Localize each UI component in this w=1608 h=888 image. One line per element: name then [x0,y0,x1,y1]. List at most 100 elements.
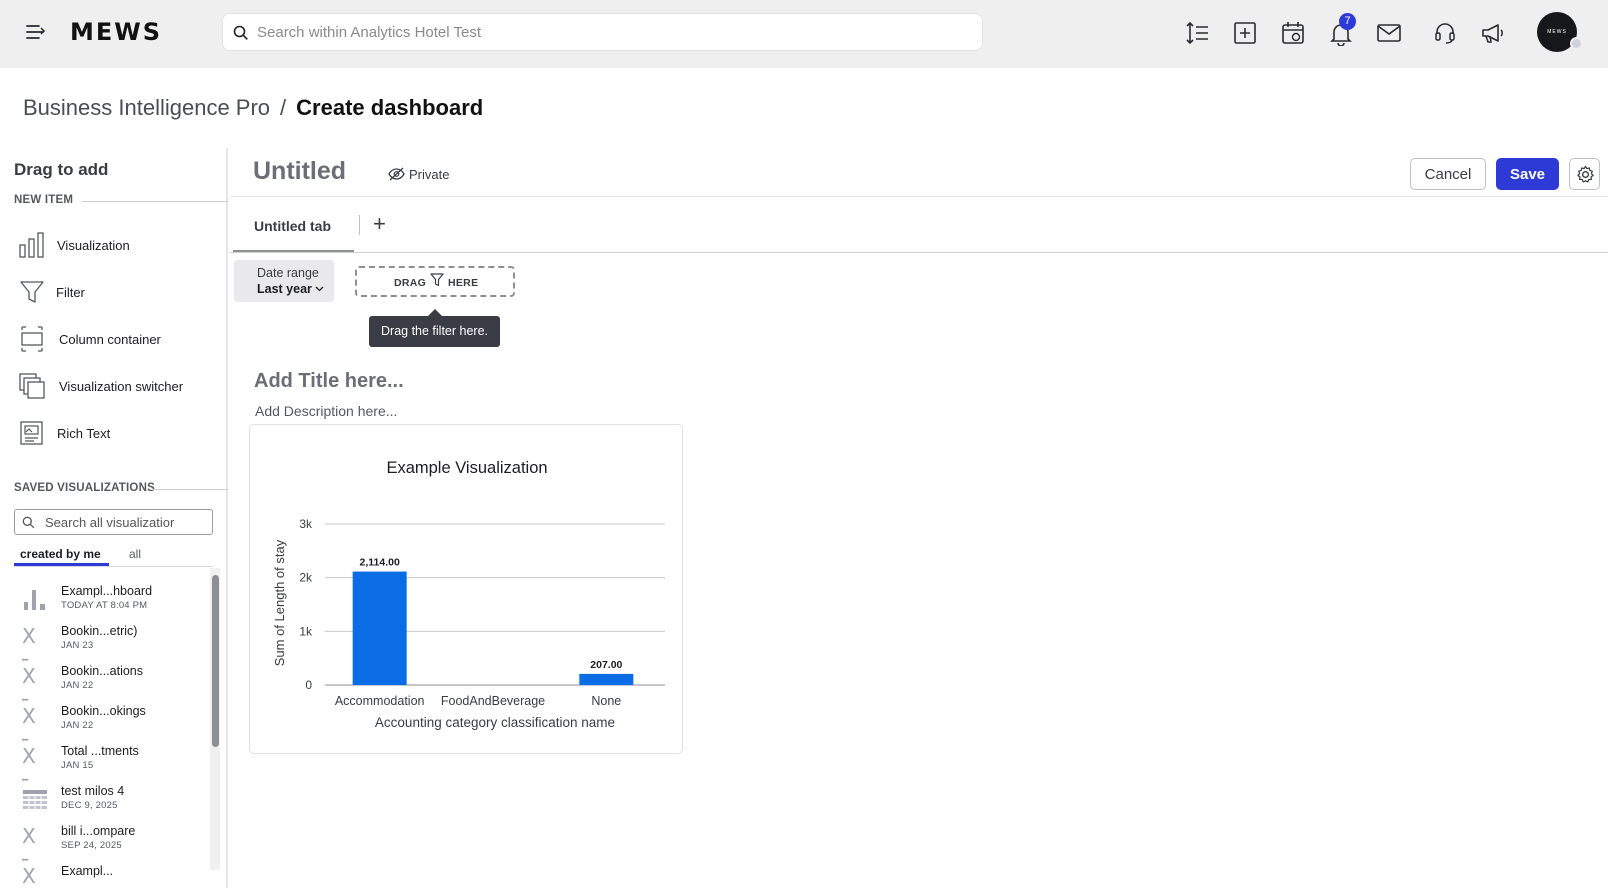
y-tick-label: 3k [299,517,313,531]
tooltip-arrow [428,309,442,316]
bar-chart-icon [22,586,48,612]
saved-item-date: TODAY AT 8:04 PM [61,600,148,611]
add-box-icon[interactable] [1232,20,1258,46]
x-icon: X ━ [22,664,36,706]
filter-icon [20,281,44,303]
new-item-label: Rich Text [57,426,111,441]
chart-y-axis-label: Sum of Length of stay [272,539,287,666]
sort-icon[interactable] [1185,20,1211,46]
saved-item-name: Bookin...etric) [61,624,138,638]
new-item-visualization-switcher[interactable]: Visualization switcher [14,366,214,406]
new-item-label: Column container [59,332,161,347]
rich-text-icon [20,421,43,445]
new-item-filter[interactable]: Filter [14,272,214,312]
y-tick-label: 1k [299,624,313,638]
tab-untitled[interactable]: Untitled tab [233,212,354,252]
tab-created-by-me[interactable]: created by me [14,547,109,566]
search-icon [233,25,248,40]
bar [352,571,407,685]
list-item[interactable]: X ━ Total ...tments JAN 15 [14,738,204,786]
mail-icon[interactable] [1376,20,1402,46]
table-icon [22,786,48,812]
sidebar-title: Drag to add [14,160,109,179]
drag-zone-text: DRAG [394,277,427,289]
saved-item-name: Exampl... [61,864,114,878]
tab-all[interactable]: all [129,547,141,566]
divider [230,252,1608,253]
filter-drop-zone[interactable]: DRAG HERE [355,266,515,297]
breadcrumb-parent[interactable]: Business Intelligence Pro [23,95,270,120]
filter-value: Last year [257,282,312,296]
global-search[interactable] [222,13,983,51]
add-description-field[interactable]: Add Description here... [255,403,397,419]
x-icon: X ━ [22,744,36,786]
switcher-icon [19,373,45,399]
list-item[interactable]: X ━ Bookin...ations JAN 22 [14,658,204,706]
tooltip: Drag the filter here. [369,316,500,347]
save-button[interactable]: Save [1496,158,1559,190]
new-item-heading: NEW ITEM [14,194,74,206]
list-item[interactable]: test milos 4 DEC 9, 2025 [14,778,204,818]
drag-zone-text: HERE [448,277,479,289]
chart-x-ticks: Accommodation FoodAndBeverage None [335,694,621,708]
add-tab-button[interactable]: + [373,213,393,235]
new-item-visualization[interactable]: Visualization [14,225,214,265]
divider [230,196,1608,197]
list-item[interactable]: X ━ Bookin...etric) JAN 23 [14,618,204,666]
saved-search-input[interactable] [45,512,207,532]
x-icon: X [22,864,36,888]
divider [150,489,228,490]
tab-label: Untitled tab [254,218,331,234]
saved-visualizations-heading: SAVED VISUALIZATIONS [14,482,155,494]
bar-value-label: 2,114.00 [360,557,400,569]
search-icon [22,516,35,529]
saved-item-date: DEC 9, 2025 [61,800,118,811]
new-item-rich-text[interactable]: Rich Text [14,413,214,453]
y-tick-label: 0 [305,678,312,692]
global-search-input[interactable] [257,14,957,50]
breadcrumb: Business Intelligence Pro / Create dashboa… [23,95,483,121]
list-item[interactable]: X ━ Bookin...okings JAN 22 [14,698,204,746]
bar-chart-icon [19,232,44,258]
saved-item-name: test milos 4 [61,784,125,798]
list-item[interactable]: X ━ bill i...ompare SEP 24, 2025 [14,818,204,866]
saved-item-name: Bookin...ations [61,664,143,678]
saved-search[interactable] [14,509,213,535]
settings-button[interactable] [1569,158,1600,190]
new-item-label: Filter [56,285,85,300]
bar-chart: Example Visualization Sum of Length of s… [272,459,665,730]
saved-item-date: JAN 22 [61,680,94,691]
list-item[interactable]: X Exampl... [14,858,204,888]
bar-value-label: 207.00 [590,659,622,671]
filter-icon [430,273,444,287]
dashboard-title[interactable]: Untitled [253,157,346,186]
new-item-label: Visualization switcher [59,379,184,394]
calendar-icon[interactable] [1280,20,1306,46]
status-indicator [1570,37,1583,50]
breadcrumb-separator: / [280,95,287,120]
scrollbar-thumb[interactable] [212,575,219,747]
divider [82,201,228,202]
cancel-button[interactable]: Cancel [1410,158,1486,190]
megaphone-icon[interactable] [1480,20,1506,46]
list-item[interactable]: Exampl...hboard TODAY AT 8:04 PM [14,578,204,618]
column-container-icon [21,326,43,352]
saved-item-date: JAN 23 [61,640,94,651]
add-title-field[interactable]: Add Title here... [254,370,404,393]
y-tick-label: 2k [299,571,313,585]
support-icon[interactable] [1432,20,1458,46]
saved-tabs: created by me all [14,547,213,567]
saved-item-date: JAN 15 [61,760,94,771]
notification-badge: 7 [1339,13,1356,30]
divider [359,215,360,235]
chevron-down-icon [315,286,324,292]
date-range-filter[interactable]: Date range Last year [234,260,334,302]
mews-logo[interactable]: MEWS [70,18,162,46]
top-bar: MEWS 7 MEWS [0,0,1608,68]
saved-visualization-list: Exampl...hboard TODAY AT 8:04 PM X ━ Book… [14,568,210,888]
add-items-sidebar: Drag to add NEW ITEM Visualization Filte… [0,148,228,888]
visualization-card[interactable]: Example Visualization Sum of Length of s… [249,424,683,754]
new-item-column-container[interactable]: Column container [14,319,214,359]
saved-item-date: JAN 22 [61,720,94,731]
menu-icon[interactable] [24,21,46,43]
